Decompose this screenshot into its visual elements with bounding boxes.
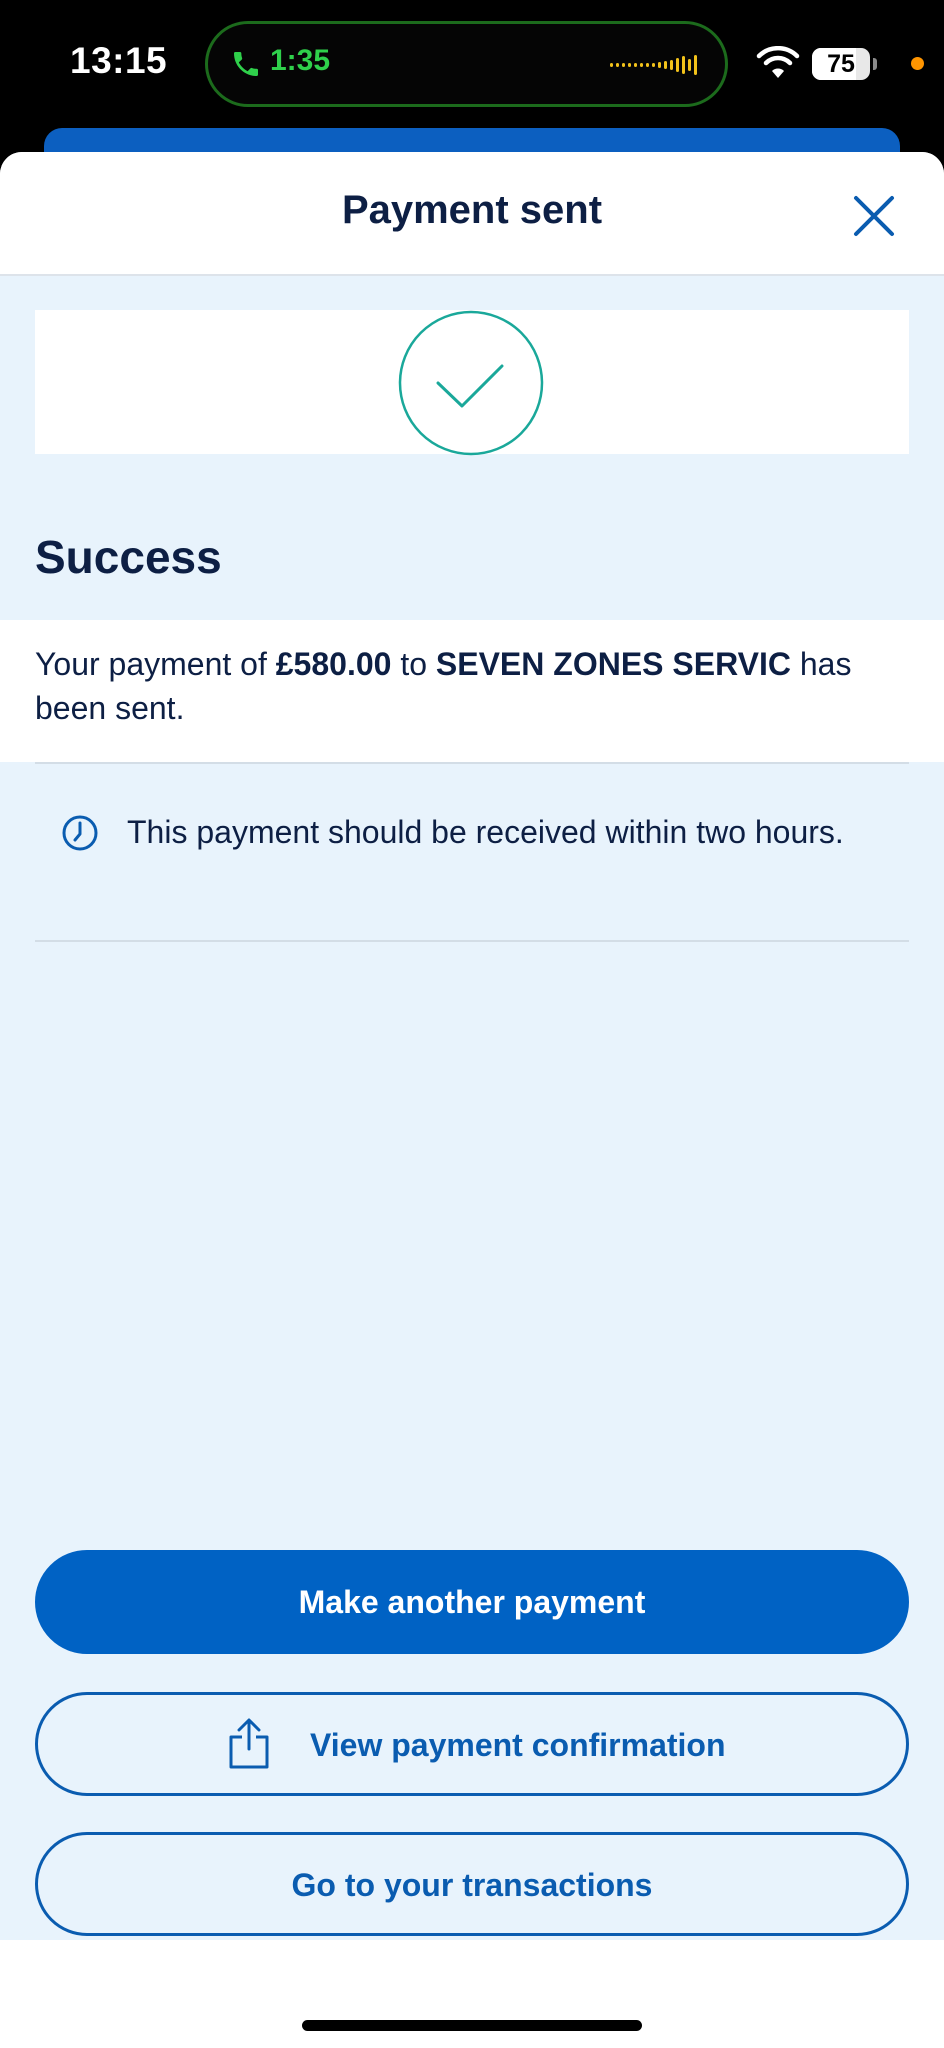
status-bar: 13:15 1:35 75	[0, 0, 944, 188]
home-indicator[interactable]	[302, 2020, 642, 2031]
message-prefix: Your payment of	[35, 646, 276, 682]
wifi-icon	[756, 46, 800, 78]
call-duration: 1:35	[270, 44, 331, 77]
battery-percent: 75	[827, 50, 855, 78]
share-icon	[229, 1718, 269, 1769]
view-payment-confirmation-label: View payment confirmation	[310, 1727, 726, 1763]
make-another-payment-button[interactable]: Make another payment	[35, 1550, 909, 1654]
clock-icon	[62, 815, 98, 851]
payment-message-band: Your payment of £580.00 to SEVEN ZONES S…	[0, 620, 944, 762]
payment-message: Your payment of £580.00 to SEVEN ZONES S…	[35, 642, 915, 730]
payee-name: SEVEN ZONES SERVIC	[435, 646, 791, 682]
success-heading: Success	[35, 531, 222, 583]
call-activity-pill[interactable]: 1:35	[205, 21, 728, 107]
close-icon[interactable]	[846, 188, 902, 244]
sheet-header: Payment sent	[0, 152, 944, 276]
battery-indicator: 75	[812, 48, 870, 80]
phone-icon	[234, 52, 258, 76]
go-to-transactions-button[interactable]: Go to your transactions	[35, 1832, 909, 1936]
audio-waveform-icon	[610, 55, 697, 75]
privacy-indicator-dot	[911, 57, 924, 70]
page-title: Payment sent	[341, 188, 603, 232]
checkmark-circle-icon	[398, 310, 544, 456]
delivery-info-row: This payment should be received within t…	[35, 806, 909, 866]
payment-amount: £580.00	[275, 646, 392, 682]
status-time: 13:15	[70, 40, 168, 81]
delivery-info-text: This payment should be received within t…	[127, 814, 844, 850]
view-payment-confirmation-button[interactable]: View payment confirmation	[35, 1692, 909, 1796]
sheet-content: Success Your payment of £580.00 to SEVEN…	[0, 276, 944, 1940]
payment-sent-sheet: Payment sent Success Your payment of £58…	[0, 152, 944, 2048]
divider	[35, 762, 909, 764]
battery-tip	[873, 58, 877, 70]
divider	[35, 940, 909, 942]
success-icon-panel	[35, 310, 909, 456]
message-to: to	[391, 646, 436, 682]
